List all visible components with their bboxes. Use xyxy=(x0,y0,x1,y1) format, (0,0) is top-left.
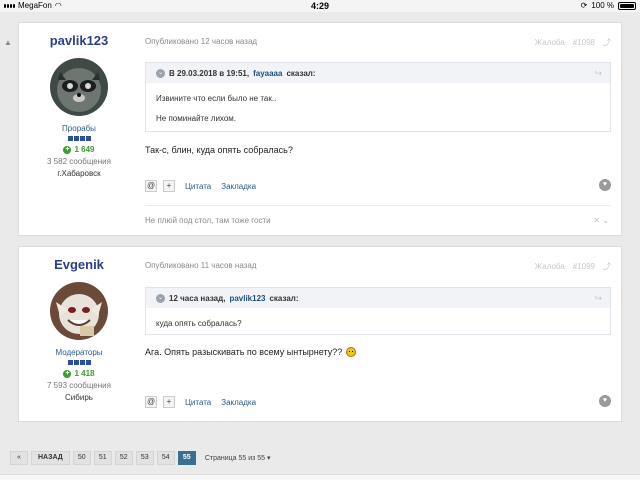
share-icon[interactable]: ⤴ xyxy=(603,261,611,272)
author-panel: Evgenik Модераторы + 1 418 7 593 сообщен… xyxy=(19,247,139,402)
divider xyxy=(145,205,611,206)
quote-line: Не поминайте лихом. xyxy=(156,114,236,123)
page-button[interactable]: 53 xyxy=(135,451,154,465)
user-location: Сибирь xyxy=(65,393,93,402)
quote-author[interactable]: fayaaaa xyxy=(253,69,282,78)
page-info-dropdown[interactable]: Страница 55 из 55 ▾ xyxy=(205,454,271,462)
bookmark-button[interactable]: Закладка xyxy=(221,182,256,191)
quote-body: Извините что если было не так.. Не помин… xyxy=(146,83,610,135)
reputation: + 1 649 xyxy=(19,145,139,154)
quote-button[interactable]: Цитата xyxy=(185,182,211,191)
bookmark-button[interactable]: Закладка xyxy=(221,398,256,407)
first-page-button[interactable]: « xyxy=(10,451,28,465)
user-role: Модераторы xyxy=(55,348,103,357)
author-name[interactable]: Evgenik xyxy=(19,257,139,272)
avatar[interactable] xyxy=(50,282,108,340)
report-link[interactable]: Жалоба xyxy=(535,38,565,47)
like-icon[interactable]: ♥ xyxy=(599,179,611,191)
clock: 4:29 xyxy=(310,1,329,11)
battery-icon xyxy=(618,2,636,10)
user-location: г.Хабаровск xyxy=(57,169,101,178)
reputation-value: 1 649 xyxy=(74,145,95,154)
quote-line: куда опять собралась? xyxy=(156,319,242,328)
multiquote-button[interactable]: + xyxy=(163,396,175,408)
quote-block: ⌄ В 29.03.2018 в 19:51, fayaaaa сказал: … xyxy=(145,62,611,132)
page-button[interactable]: 52 xyxy=(114,451,133,465)
post-actions: @ + Цитата Закладка ♥ xyxy=(145,395,611,409)
quote-date: В 29.03.2018 в 19:51, xyxy=(169,68,250,78)
current-page-button[interactable]: 55 xyxy=(177,451,196,465)
share-icon[interactable]: ↪ xyxy=(594,68,602,79)
post-body: Так-с, блин, куда опять собралась? xyxy=(145,145,293,155)
signature-close-icon[interactable]: ✕ ⌄ xyxy=(593,216,609,225)
reputation-value: 1 418 xyxy=(74,369,95,378)
page-button[interactable]: 50 xyxy=(72,451,91,465)
quote-button[interactable]: Цитата xyxy=(185,398,211,407)
mention-button[interactable]: @ xyxy=(145,180,157,192)
ios-status-bar: MegaFon ◠ 4:29 ⟳ 100 % xyxy=(0,0,640,12)
author-panel: pavlik123 Прорабы + 1 649 3 582 сообщени… xyxy=(19,23,139,178)
share-icon[interactable]: ⤴ xyxy=(603,37,611,48)
plus-circle-icon: + xyxy=(63,145,72,154)
chevron-down-icon[interactable]: ⌄ xyxy=(156,293,165,303)
quote-line: Извините что если было не так.. xyxy=(156,94,277,103)
rank-pips xyxy=(19,136,139,141)
quote-date: 12 часа назад, xyxy=(169,293,226,303)
plus-circle-icon: + xyxy=(63,369,72,378)
share-icon[interactable]: ↪ xyxy=(594,293,602,304)
post-date: Опубликовано 12 часов назад xyxy=(145,37,258,46)
mention-button[interactable]: @ xyxy=(145,396,157,408)
message-count: 3 582 сообщения xyxy=(47,157,111,166)
message-count: 7 593 сообщения xyxy=(47,381,111,390)
scroll-up-icon[interactable]: ▲ xyxy=(4,38,12,47)
orientation-lock-icon: ⟳ xyxy=(580,1,588,10)
chevron-down-icon[interactable]: ⌄ xyxy=(156,68,165,78)
user-role: Прорабы xyxy=(62,124,96,133)
prev-page-button[interactable]: НАЗАД xyxy=(31,451,70,465)
quote-said: сказал: xyxy=(269,293,299,303)
post-number[interactable]: #1098 xyxy=(573,38,595,47)
multiquote-button[interactable]: + xyxy=(163,180,175,192)
quote-author[interactable]: pavlik123 xyxy=(229,294,265,303)
post-number[interactable]: #1099 xyxy=(573,262,595,271)
forum-post: Evgenik Модераторы + 1 418 7 593 сообщен… xyxy=(18,246,622,422)
bottom-bar xyxy=(0,474,640,480)
post-body: Ага. Опять разыскивать по всему ынтырнет… xyxy=(145,347,343,357)
smiley-icon xyxy=(346,347,357,357)
post-actions: @ + Цитата Закладка ♥ xyxy=(145,179,611,193)
author-name[interactable]: pavlik123 xyxy=(19,33,139,48)
quote-header: ⌄ В 29.03.2018 в 19:51, fayaaaa сказал: … xyxy=(146,63,610,83)
pagination: « НАЗАД 50 51 52 53 54 55 Страница 55 из… xyxy=(10,451,271,465)
post-text: Ага. Опять разыскивать по всему ынтырнет… xyxy=(145,347,357,357)
reputation: + 1 418 xyxy=(19,369,139,378)
quote-body: куда опять собралась? xyxy=(146,308,610,340)
page-info-label: Страница 55 из 55 xyxy=(204,455,266,462)
quote-said: сказал: xyxy=(286,68,316,78)
like-icon[interactable]: ♥ xyxy=(599,395,611,407)
report-link[interactable]: Жалоба xyxy=(535,262,565,271)
user-signature: Не плюй под стол, там тоже гости xyxy=(145,216,271,225)
post-date: Опубликовано 11 часов назад xyxy=(145,261,257,270)
quote-header: ⌄ 12 часа назад, pavlik123 сказал: ↪ xyxy=(146,288,610,308)
rank-pips xyxy=(19,360,139,365)
quote-block: ⌄ 12 часа назад, pavlik123 сказал: ↪ куд… xyxy=(145,287,611,335)
forum-post: pavlik123 Прорабы + 1 649 3 582 сообщени… xyxy=(18,22,622,236)
battery-percent: 100 % xyxy=(591,1,614,10)
page-button[interactable]: 54 xyxy=(156,451,175,465)
post-text: Так-с, блин, куда опять собралась? xyxy=(145,145,293,155)
page-button[interactable]: 51 xyxy=(93,451,112,465)
avatar[interactable] xyxy=(50,58,108,116)
